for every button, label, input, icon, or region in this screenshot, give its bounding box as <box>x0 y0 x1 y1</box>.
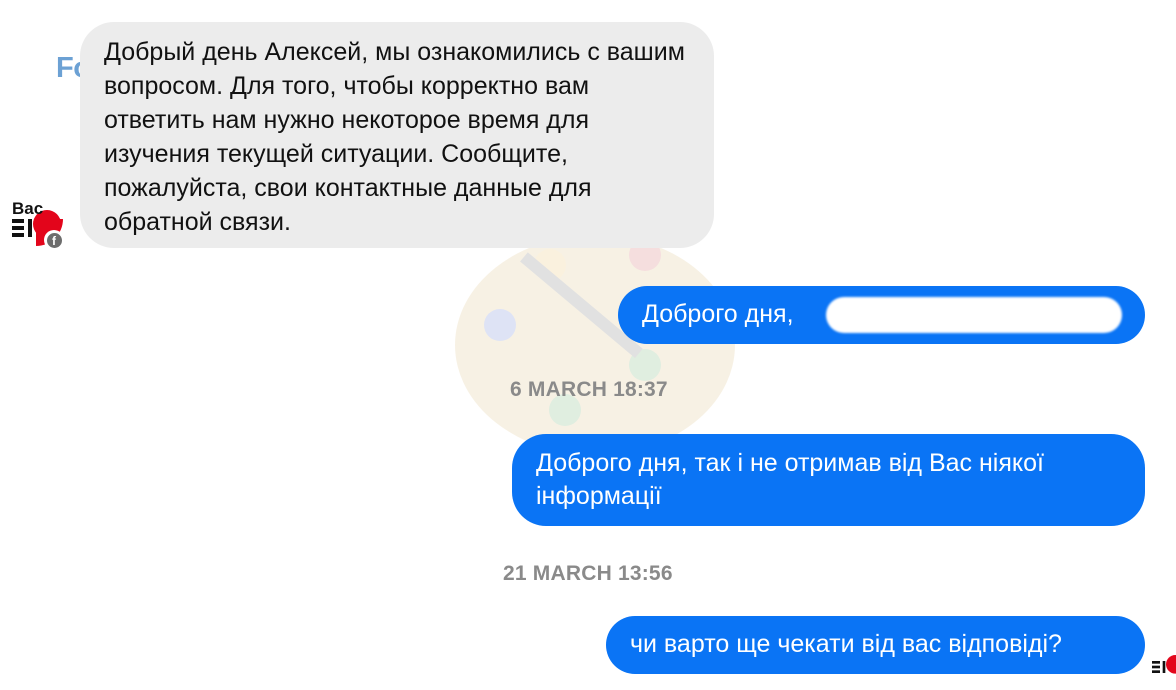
timestamp-divider: 21 MARCH 13:56 <box>503 562 673 585</box>
brand-logo-avatar-small-icon <box>1150 643 1176 679</box>
outgoing-message-bubble[interactable]: чи варто ще чекати від вас відповіді? <box>606 616 1145 674</box>
outgoing-message-text: чи варто ще чекати від вас відповіді? <box>630 630 1062 658</box>
svg-text:Вас: Вас <box>12 199 43 218</box>
timestamp-divider: 6 MARCH 18:37 <box>510 378 668 401</box>
outgoing-message-bubble[interactable]: Доброго дня, так і не отримав від Вас ні… <box>512 434 1145 526</box>
redacted-text-overlay <box>826 297 1122 333</box>
incoming-message-bubble[interactable]: Добрый день Алексей, мы ознакомились с в… <box>80 22 714 248</box>
incoming-message-text: Добрый день Алексей, мы ознакомились с в… <box>104 38 685 236</box>
outgoing-message-text: Доброго дня, <box>642 300 794 328</box>
seen-indicator-avatar <box>1150 643 1176 679</box>
facebook-icon: f <box>44 230 64 250</box>
chat-thread: Forum.Domik.ua Добрый день Алексей, мы о… <box>0 0 1176 690</box>
outgoing-message-text: Доброго дня, так і не отримав від Вас ні… <box>536 449 1044 510</box>
